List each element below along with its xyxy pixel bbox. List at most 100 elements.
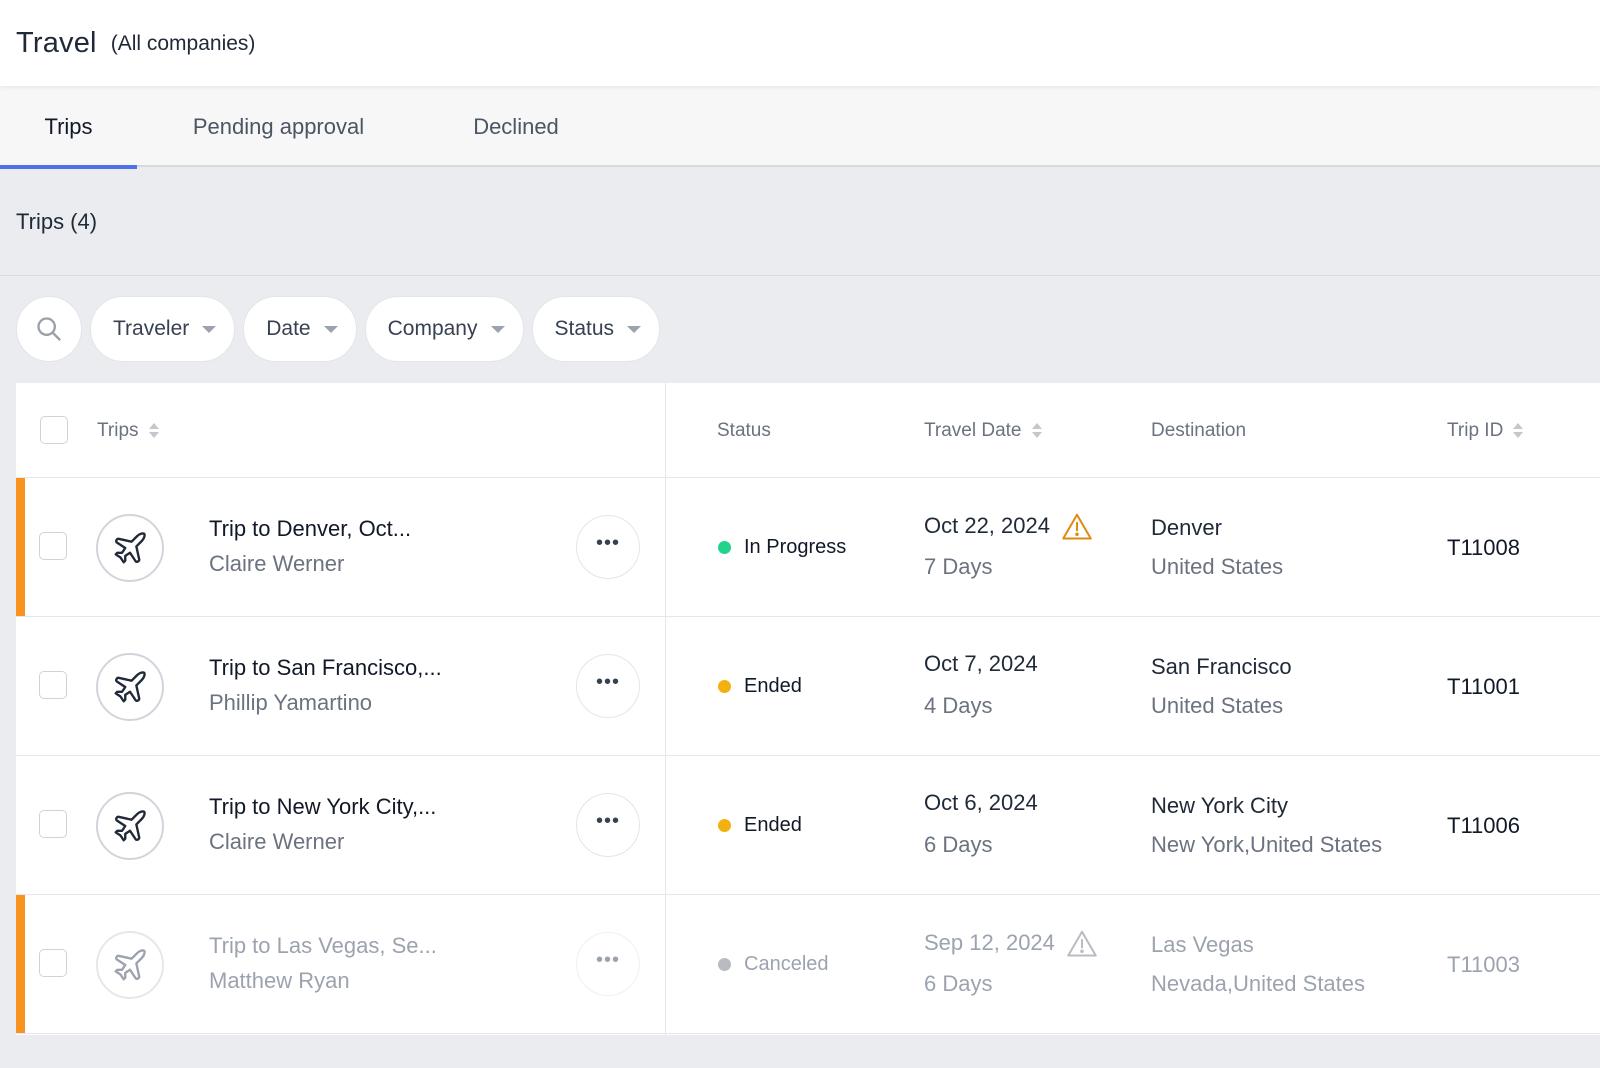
column-header-status: Status <box>717 383 771 478</box>
trip-title[interactable]: Trip to Denver, Oct... <box>209 516 411 542</box>
status-label: Ended <box>744 814 802 836</box>
more-actions-button[interactable]: ••• <box>576 515 640 579</box>
row-checkbox[interactable] <box>39 532 67 560</box>
filter-status[interactable]: Status <box>531 296 661 362</box>
status-badge: Ended <box>718 675 802 698</box>
trip-traveler: Claire Werner <box>209 829 345 854</box>
column-header-travel-date[interactable]: Travel Date <box>924 383 1042 478</box>
table-row[interactable]: Trip to San Francisco,... Phillip Yamarti… <box>16 617 1600 756</box>
table-row[interactable]: Trip to Denver, Oct... Claire Werner ••• In… <box>16 478 1600 617</box>
sort-icon <box>1031 423 1042 438</box>
travel-date-value: Oct 22, 2024 <box>924 513 1050 538</box>
row-highlight-bar <box>16 895 25 1033</box>
trip-duration: 7 Days <box>924 554 993 579</box>
chevron-down-icon <box>627 325 642 333</box>
airplane-icon <box>111 668 149 706</box>
chevron-down-icon <box>202 325 217 333</box>
trip-id: T11008 <box>1447 535 1520 560</box>
filter-bar: Traveler Date Company Status <box>16 296 661 362</box>
table-row[interactable]: Trip to New York City,... Claire Werner ••… <box>16 756 1600 895</box>
destination-region: United States <box>1151 554 1284 579</box>
status-label: In Progress <box>744 536 847 558</box>
trip-duration: 6 Days <box>924 832 993 857</box>
trip-avatar <box>96 514 164 582</box>
trip-title[interactable]: Trip to New York City,... <box>209 794 436 820</box>
travel-date-value: Oct 6, 2024 <box>924 790 1038 815</box>
filter-traveler-label: Traveler <box>113 317 190 340</box>
select-all-checkbox[interactable] <box>40 416 68 444</box>
status-dot <box>718 680 731 693</box>
tab-bar: Trips Pending approval Declined <box>0 86 1600 169</box>
more-actions-button[interactable]: ••• <box>576 793 640 857</box>
destination-region: Nevada,United States <box>1151 971 1366 996</box>
travel-date-value: Sep 12, 2024 <box>924 930 1055 955</box>
status-dot <box>718 541 731 554</box>
row-checkbox[interactable] <box>39 949 67 977</box>
trips-table: Trips Status Travel Date Destination Tri… <box>16 383 1600 1035</box>
column-header-trips[interactable]: Trips <box>97 383 159 478</box>
more-actions-button[interactable]: ••• <box>576 654 640 718</box>
row-checkbox[interactable] <box>39 671 67 699</box>
travel-date: Oct 22, 2024 <box>924 512 1092 540</box>
destination-region: New York,United States <box>1151 832 1383 857</box>
column-label-trips: Trips <box>97 419 139 441</box>
tab-trips[interactable]: Trips <box>0 86 137 169</box>
more-horizontal-icon: ••• <box>595 671 620 693</box>
search-button[interactable] <box>16 296 82 362</box>
status-badge: Ended <box>718 814 802 837</box>
trip-traveler: Claire Werner <box>209 551 345 576</box>
trip-id: T11001 <box>1447 674 1520 699</box>
chevron-down-icon <box>323 325 338 333</box>
column-label-trip-id: Trip ID <box>1447 419 1504 441</box>
destination-city: Las Vegas <box>1151 932 1254 957</box>
trip-title[interactable]: Trip to San Francisco,... <box>209 655 442 681</box>
status-label: Ended <box>744 675 802 697</box>
filter-company[interactable]: Company <box>364 296 524 362</box>
airplane-icon <box>111 529 149 567</box>
filter-status-label: Status <box>554 317 615 340</box>
column-header-trip-id[interactable]: Trip ID <box>1447 383 1524 478</box>
page-header: Travel (All companies) <box>0 0 1600 86</box>
filter-date-label: Date <box>266 317 311 340</box>
section-divider <box>0 275 1600 276</box>
tab-declined[interactable]: Declined <box>440 86 592 167</box>
trip-title[interactable]: Trip to Las Vegas, Se... <box>209 933 437 959</box>
sort-icon <box>1513 423 1524 438</box>
status-label: Canceled <box>744 953 829 975</box>
destination-city: San Francisco <box>1151 654 1292 679</box>
airplane-icon <box>111 946 149 984</box>
row-highlight-bar <box>16 478 25 616</box>
destination-city: Denver <box>1151 515 1222 540</box>
destination-city: New York City <box>1151 793 1288 818</box>
row-checkbox[interactable] <box>39 810 67 838</box>
status-badge: In Progress <box>718 536 846 559</box>
tab-pending-approval[interactable]: Pending approval <box>160 86 397 167</box>
trip-avatar <box>96 653 164 721</box>
filter-date[interactable]: Date <box>243 296 357 362</box>
warning-icon <box>1062 512 1092 540</box>
trip-duration: 4 Days <box>924 693 993 718</box>
more-horizontal-icon: ••• <box>595 810 620 832</box>
search-icon <box>37 317 61 341</box>
chevron-down-icon <box>490 325 505 333</box>
status-badge: Canceled <box>718 953 829 976</box>
travel-date: Oct 6, 2024 <box>924 790 1038 816</box>
column-label-travel-date: Travel Date <box>924 419 1022 441</box>
trip-avatar <box>96 931 164 999</box>
sort-icon <box>148 423 159 438</box>
trip-duration: 6 Days <box>924 971 993 996</box>
trip-id: T11006 <box>1447 813 1520 838</box>
more-actions-button[interactable]: ••• <box>576 932 640 996</box>
status-dot <box>718 819 731 832</box>
status-dot <box>718 958 731 971</box>
airplane-icon <box>111 807 149 845</box>
travel-date: Oct 7, 2024 <box>924 651 1038 677</box>
table-header: Trips Status Travel Date Destination Tri… <box>16 383 1600 478</box>
trip-avatar <box>96 792 164 860</box>
trip-traveler: Matthew Ryan <box>209 968 350 993</box>
trip-traveler: Phillip Yamartino <box>209 690 373 715</box>
trip-id: T11003 <box>1447 952 1520 977</box>
page-title: Travel <box>16 26 97 59</box>
filter-traveler[interactable]: Traveler <box>90 296 236 362</box>
table-row[interactable]: Trip to Las Vegas, Se... Matthew Ryan ••• C… <box>16 895 1600 1034</box>
